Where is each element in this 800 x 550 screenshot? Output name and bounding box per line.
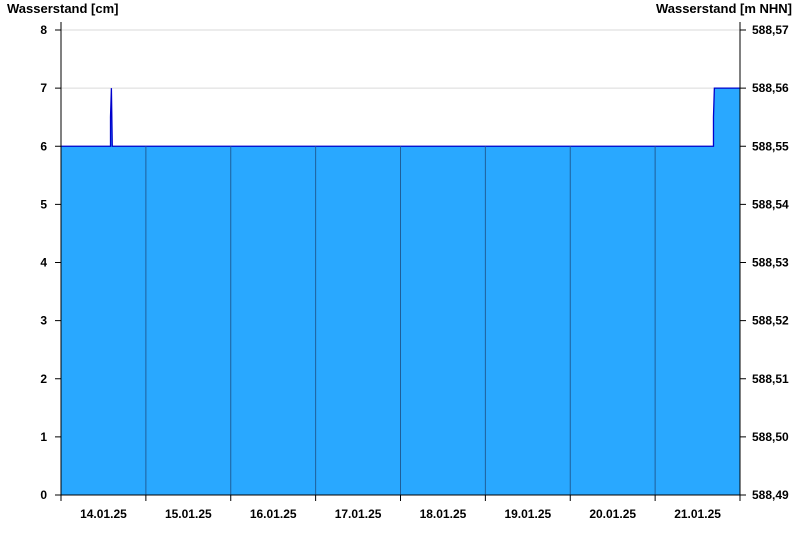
water-level-chart: 0 1 2 3 4 5 6 7 8 588,49 588,50 588,51 588,52 588,53 5… xyxy=(40,22,789,521)
y-right-tick-label: 588,57 xyxy=(752,23,789,37)
y-left-tick-label: 2 xyxy=(40,372,47,386)
x-tick-label: 18.01.25 xyxy=(420,507,467,521)
y-left-tick-label: 3 xyxy=(40,314,47,328)
y-left-tick-label: 5 xyxy=(40,197,47,211)
y-left-tick-label: 1 xyxy=(40,430,47,444)
y-right-tick-label: 588,56 xyxy=(752,81,789,95)
y-left-tick-label: 6 xyxy=(40,139,47,153)
x-tick-label: 16.01.25 xyxy=(250,507,297,521)
x-tick-label: 15.01.25 xyxy=(165,507,212,521)
y-right-tick-label: 588,50 xyxy=(752,430,789,444)
y-right-tick-label: 588,49 xyxy=(752,488,789,502)
y-left-tick-label: 7 xyxy=(40,81,47,95)
y-left-tick-label: 8 xyxy=(40,23,47,37)
x-tick-label: 19.01.25 xyxy=(504,507,551,521)
x-tick-label: 20.01.25 xyxy=(589,507,636,521)
y-left-tick-label: 4 xyxy=(40,256,47,270)
y-right-tick-label: 588,51 xyxy=(752,372,789,386)
y-right-tick-label: 588,54 xyxy=(752,197,789,211)
x-tick-label: 17.01.25 xyxy=(335,507,382,521)
y-right-tick-label: 588,52 xyxy=(752,314,789,328)
x-tick-label: 21.01.25 xyxy=(674,507,721,521)
y-right-tick-label: 588,53 xyxy=(752,256,789,270)
x-tick-label: 14.01.25 xyxy=(80,507,127,521)
y-right-tick-label: 588,55 xyxy=(752,139,789,153)
y-left-tick-label: 0 xyxy=(40,488,47,502)
